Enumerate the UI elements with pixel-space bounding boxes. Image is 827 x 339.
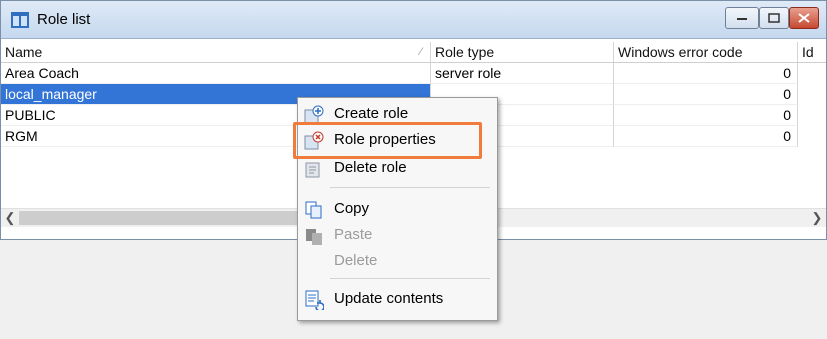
copy-icon bbox=[305, 201, 322, 219]
minimize-icon bbox=[737, 18, 747, 20]
menu-separator bbox=[330, 278, 490, 279]
close-button[interactable] bbox=[789, 7, 819, 29]
scroll-right-icon[interactable]: ❯ bbox=[808, 209, 826, 227]
paste-icon bbox=[306, 229, 322, 245]
menu-item-label: Delete bbox=[334, 252, 378, 269]
column-windows-error-code-label: Windows error code bbox=[618, 44, 743, 60]
update-contents-icon bbox=[305, 290, 324, 310]
error-code-cell: 0 bbox=[614, 63, 798, 84]
menu-item-label: Delete role bbox=[334, 159, 407, 176]
window-title: Role list bbox=[37, 11, 91, 28]
column-role-type[interactable]: Role type bbox=[431, 42, 614, 62]
menu-item-delete[interactable]: Delete bbox=[298, 249, 495, 273]
title-bar[interactable]: Role list bbox=[1, 1, 826, 39]
scroll-left-icon[interactable]: ❮ bbox=[1, 209, 19, 227]
menu-separator bbox=[330, 187, 490, 188]
column-role-type-label: Role type bbox=[435, 44, 495, 60]
column-name-label: Name bbox=[5, 44, 43, 60]
scrollbar-thumb[interactable] bbox=[19, 211, 301, 225]
error-code-cell: 0 bbox=[614, 84, 798, 105]
minimize-button[interactable] bbox=[725, 7, 759, 29]
column-id[interactable]: Id bbox=[798, 42, 826, 62]
close-icon bbox=[798, 13, 810, 23]
role-type-cell: server role bbox=[431, 63, 614, 84]
menu-item-paste[interactable]: Paste bbox=[298, 223, 495, 247]
menu-item-update-contents[interactable]: Update contents bbox=[298, 287, 495, 311]
role-name-cell: Area Coach bbox=[1, 63, 431, 84]
menu-item-label: Paste bbox=[334, 226, 373, 243]
table-row[interactable]: Area Coach server role 0 bbox=[1, 63, 826, 84]
menu-item-label: Copy bbox=[334, 200, 370, 217]
sort-indicator-icon: ⁄ bbox=[420, 46, 422, 58]
maximize-button[interactable] bbox=[759, 7, 789, 29]
maximize-icon bbox=[768, 13, 780, 23]
column-id-label: Id bbox=[802, 44, 814, 60]
menu-item-copy[interactable]: Copy bbox=[298, 197, 495, 221]
column-windows-error-code[interactable]: Windows error code bbox=[614, 42, 798, 62]
role-list-app-icon bbox=[11, 12, 29, 28]
error-code-cell: 0 bbox=[614, 126, 798, 147]
column-name[interactable]: Name ⁄ bbox=[1, 42, 431, 62]
delete-role-icon bbox=[305, 162, 320, 178]
menu-item-delete-role[interactable]: Delete role bbox=[298, 156, 495, 180]
menu-item-label: Update contents bbox=[334, 290, 444, 307]
error-code-cell: 0 bbox=[614, 105, 798, 126]
highlight-box bbox=[293, 122, 482, 159]
column-header: Name ⁄ Role type Windows error code Id bbox=[1, 42, 826, 63]
